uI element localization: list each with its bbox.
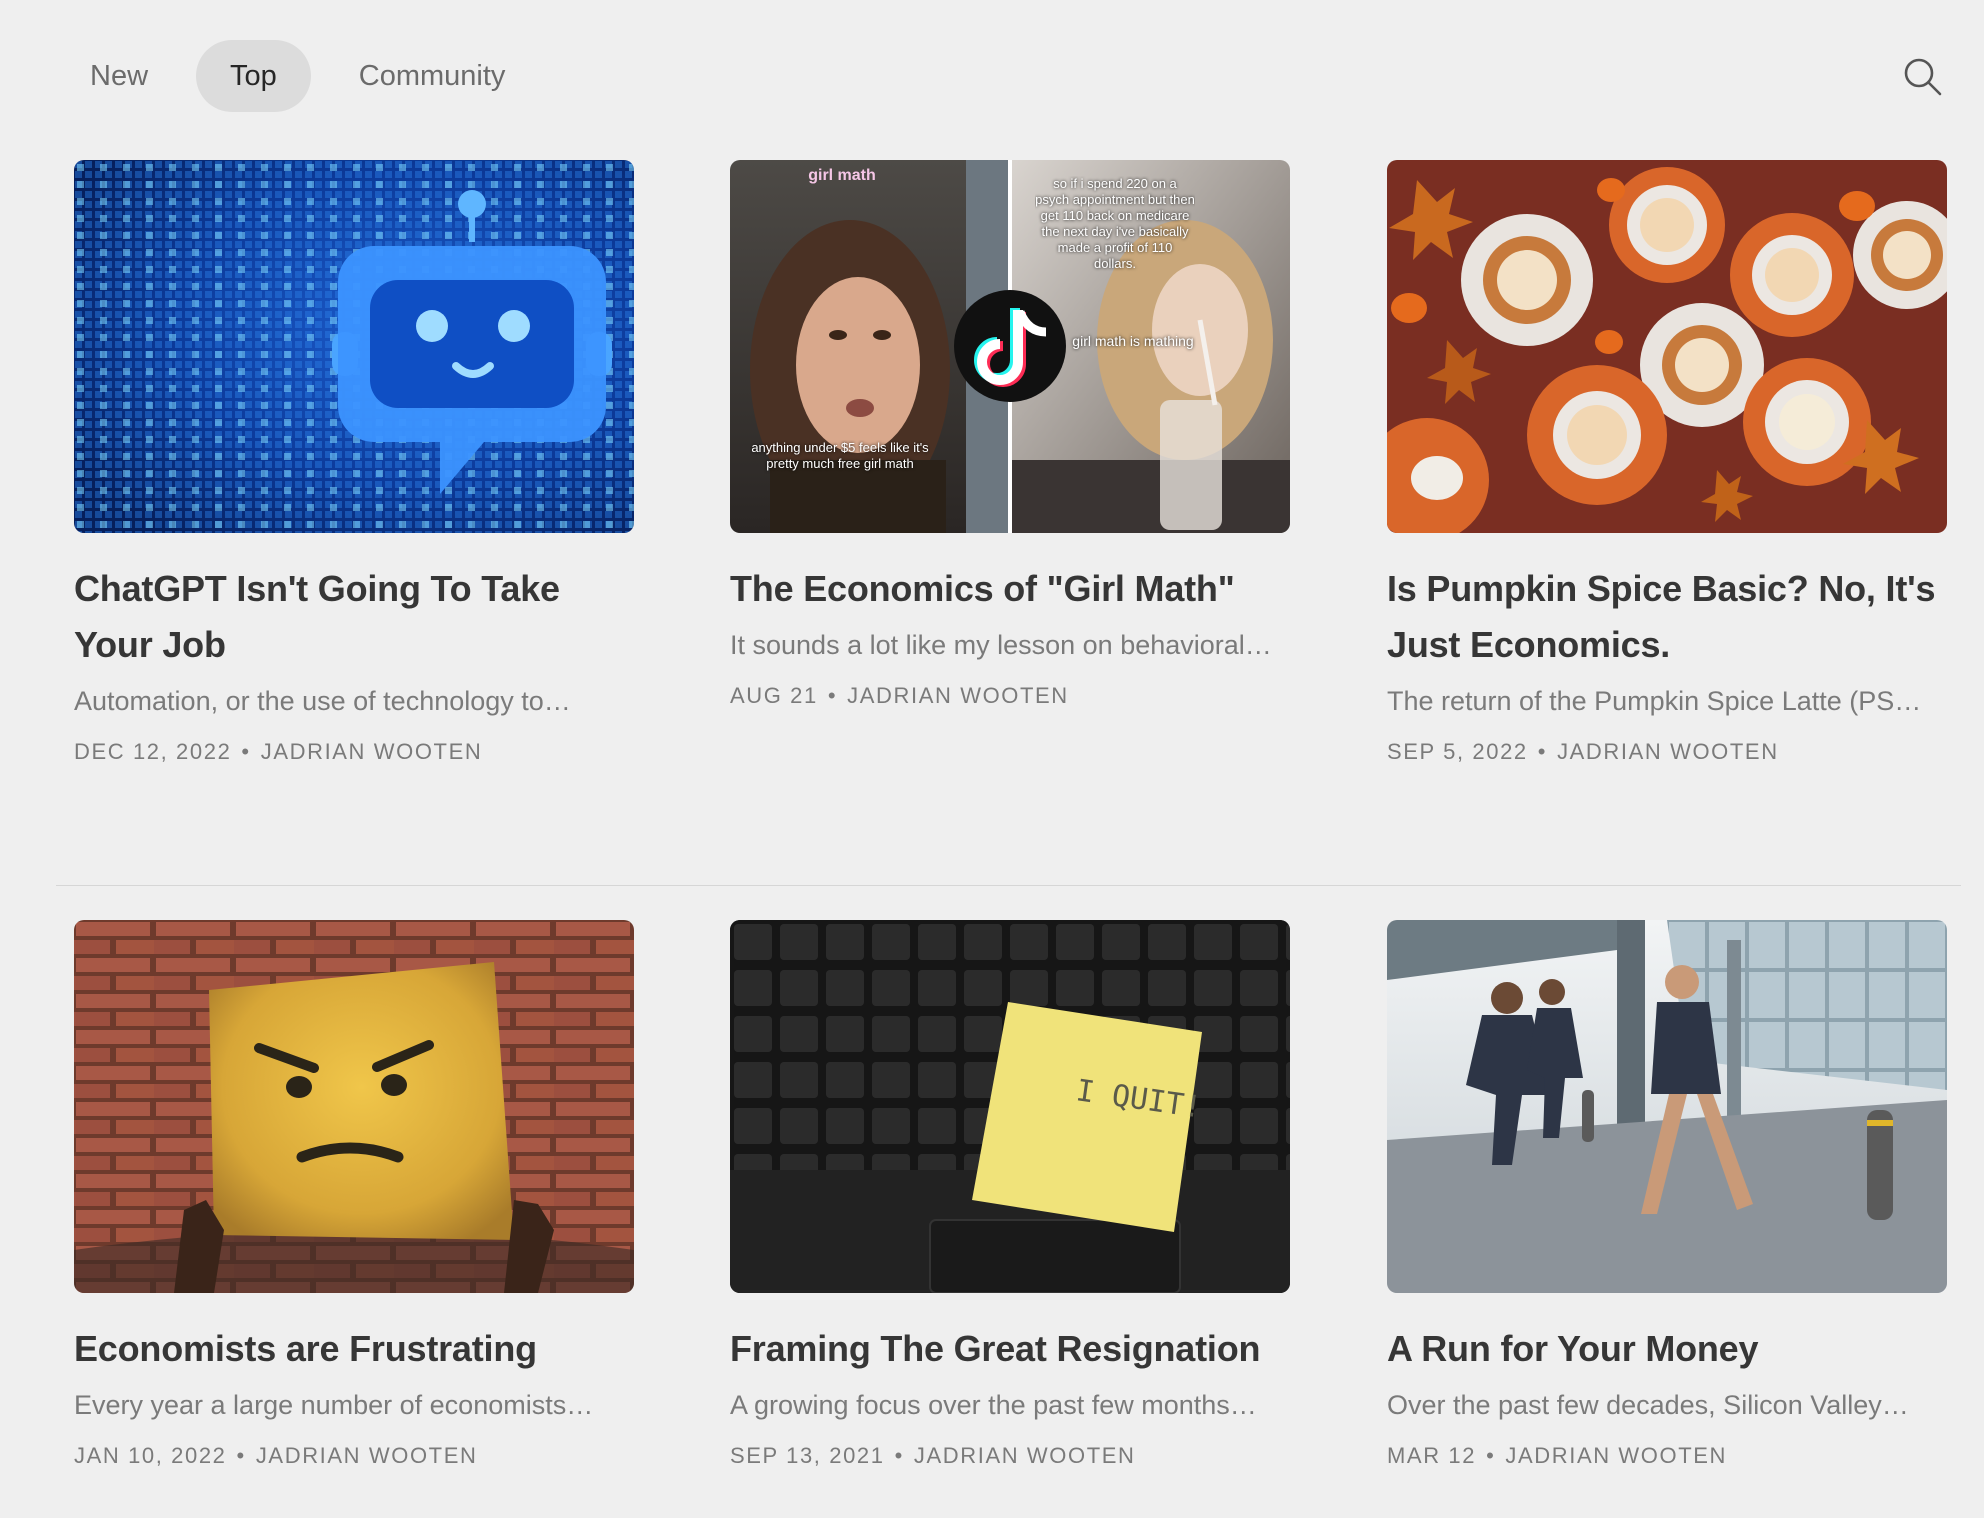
tab-top[interactable]: Top: [196, 40, 311, 112]
post-excerpt: Automation, or the use of technology to…: [74, 686, 571, 716]
post-author[interactable]: JADRIAN WOOTEN: [1505, 1443, 1727, 1469]
meta-separator: •: [236, 1443, 246, 1468]
sort-tabs: New Top Community: [56, 40, 553, 112]
post-thumbnail-running-people[interactable]: [1387, 920, 1947, 1293]
chatbot-image: [74, 160, 634, 533]
post-title[interactable]: ChatGPT Isn't Going To Take Your Job: [74, 561, 634, 673]
post-meta: SEP 13, 2021 • JADRIAN WOOTEN: [730, 1443, 1290, 1469]
post-excerpt: The return of the Pumpkin Spice Latte (P…: [1387, 686, 1922, 716]
post-author[interactable]: JADRIAN WOOTEN: [261, 739, 483, 765]
post-card[interactable]: A Run for Your Money Over the past few d…: [1387, 920, 1947, 1469]
post-thumbnail-chatbot[interactable]: [74, 160, 634, 533]
archive-page: New Top Community ChatGPT Isn't Going To…: [0, 0, 1984, 1518]
post-card[interactable]: I QUIT! Framing The Great Resignation A …: [730, 920, 1290, 1469]
post-date: SEP 5, 2022: [1387, 739, 1528, 764]
girl-math-image: girl math anything under $5 feels like i…: [730, 160, 1290, 533]
post-author[interactable]: JADRIAN WOOTEN: [847, 683, 1069, 709]
post-date: JAN 10, 2022: [74, 1443, 227, 1468]
caption-mathing: girl math is mathing: [1072, 333, 1193, 349]
post-meta: MAR 12 • JADRIAN WOOTEN: [1387, 1443, 1947, 1469]
meta-separator: •: [1537, 739, 1548, 764]
post-thumbnail-keyboard-note[interactable]: I QUIT!: [730, 920, 1290, 1293]
post-meta: JAN 10, 2022 • JADRIAN WOOTEN: [74, 1443, 634, 1469]
search-icon: [1904, 58, 1942, 96]
post-excerpt: It sounds a lot like my lesson on behavi…: [730, 630, 1272, 660]
meta-separator: •: [894, 1443, 904, 1468]
post-thumbnail-girl-math[interactable]: girl math anything under $5 feels like i…: [730, 160, 1290, 533]
post-card[interactable]: Economists are Frustrating Every year a …: [74, 920, 634, 1469]
tab-community[interactable]: Community: [325, 40, 540, 112]
post-author[interactable]: JADRIAN WOOTEN: [256, 1443, 478, 1469]
meta-separator: •: [241, 739, 251, 764]
post-meta: AUG 21 • JADRIAN WOOTEN: [730, 683, 1290, 709]
post-date: MAR 12: [1387, 1443, 1477, 1468]
post-date: DEC 12, 2022: [74, 739, 232, 764]
caption-psych: so if i spend 220 on a psych appointment…: [1035, 176, 1195, 271]
post-thumbnail-angry-face[interactable]: [74, 920, 634, 1293]
tab-new[interactable]: New: [56, 40, 182, 112]
post-date: SEP 13, 2021: [730, 1443, 885, 1468]
post-thumbnail-pumpkin-spice[interactable]: [1387, 160, 1947, 533]
post-meta: DEC 12, 2022 • JADRIAN WOOTEN: [74, 739, 634, 765]
post-title[interactable]: The Economics of "Girl Math": [730, 561, 1290, 617]
post-title[interactable]: A Run for Your Money: [1387, 1321, 1947, 1377]
pumpkin-latte-image: [1387, 160, 1947, 533]
caption-girl-math: girl math: [808, 167, 876, 184]
post-author[interactable]: JADRIAN WOOTEN: [914, 1443, 1136, 1469]
angry-face-image: [74, 920, 634, 1293]
search-button[interactable]: [1900, 54, 1944, 98]
post-author[interactable]: JADRIAN WOOTEN: [1557, 739, 1779, 765]
post-card[interactable]: Is Pumpkin Spice Basic? No, It's Just Ec…: [1387, 160, 1947, 765]
post-title[interactable]: Economists are Frustrating: [74, 1321, 634, 1377]
meta-separator: •: [827, 683, 838, 708]
meta-separator: •: [1486, 1443, 1496, 1468]
post-excerpt: A growing focus over the past few months…: [730, 1390, 1257, 1420]
caption-under-five: anything under $5 feels like it's pretty…: [751, 440, 929, 471]
running-businesspeople-image: [1387, 920, 1947, 1293]
post-excerpt: Over the past few decades, Silicon Valle…: [1387, 1390, 1909, 1420]
post-card[interactable]: girl math anything under $5 feels like i…: [730, 160, 1290, 709]
post-title[interactable]: Is Pumpkin Spice Basic? No, It's Just Ec…: [1387, 561, 1947, 673]
post-excerpt: Every year a large number of economists…: [74, 1390, 594, 1420]
post-card[interactable]: ChatGPT Isn't Going To Take Your Job Aut…: [74, 160, 634, 765]
post-title[interactable]: Framing The Great Resignation: [730, 1321, 1290, 1377]
post-date: AUG 21: [730, 683, 818, 708]
post-meta: SEP 5, 2022 • JADRIAN WOOTEN: [1387, 739, 1947, 765]
keyboard-quit-note-image: I QUIT!: [730, 920, 1290, 1293]
row-divider: [56, 885, 1961, 886]
